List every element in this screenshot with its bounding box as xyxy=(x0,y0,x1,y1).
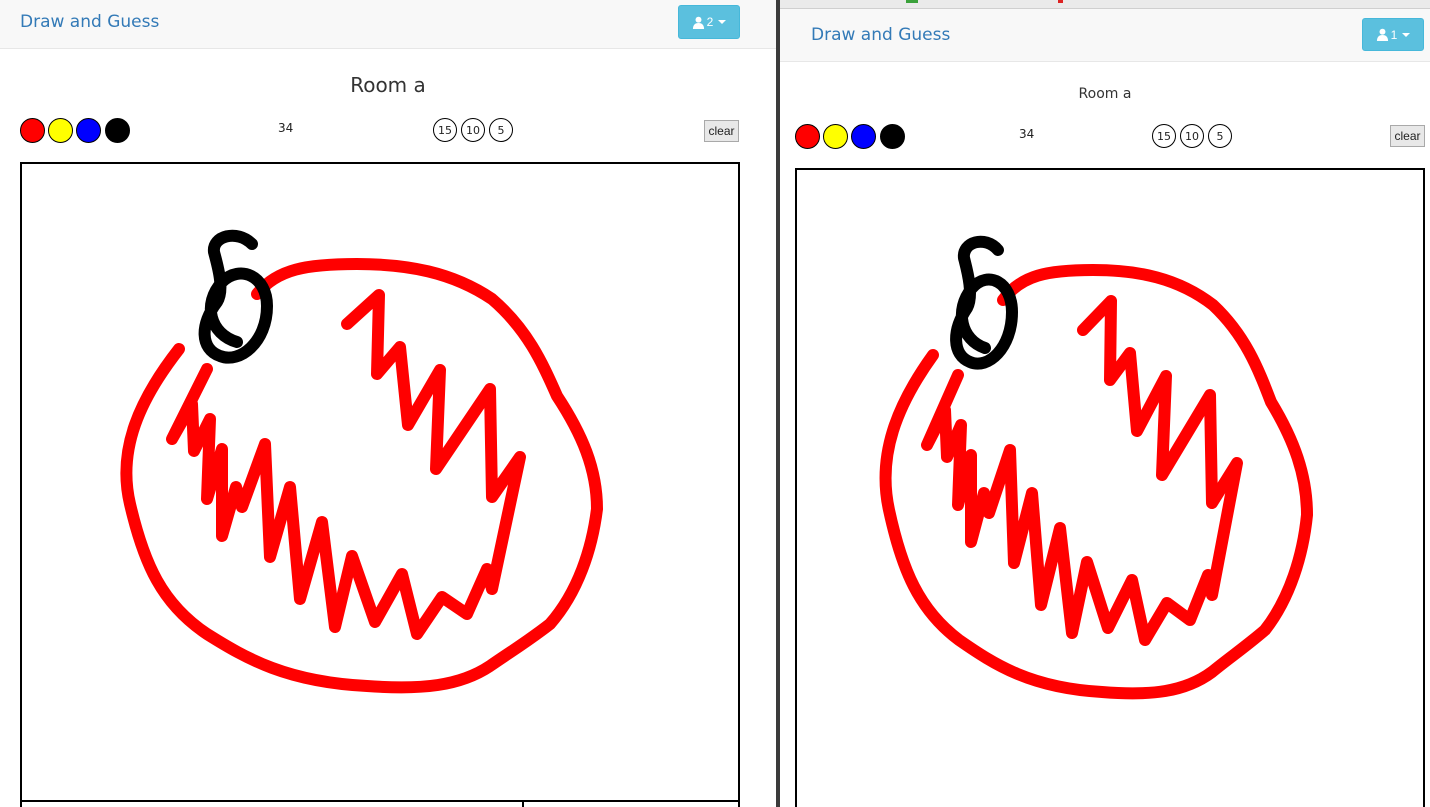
brand-link[interactable]: Draw and Guess xyxy=(811,25,950,45)
user-icon xyxy=(692,16,705,29)
drawing xyxy=(120,229,603,694)
drawing-canvas[interactable] xyxy=(20,162,740,807)
brush-size-5[interactable]: 5 xyxy=(1208,124,1232,148)
caret-down-icon xyxy=(1402,32,1411,37)
user-count-button[interactable]: 2 xyxy=(678,5,740,39)
status-indicator-red xyxy=(1058,0,1063,3)
user-icon xyxy=(1376,28,1389,41)
chat-table-divider xyxy=(522,800,524,807)
tab-strip xyxy=(780,0,1430,9)
user-count-button[interactable]: 1 xyxy=(1362,18,1424,51)
user-count: 2 xyxy=(706,15,714,29)
brush-size-5[interactable]: 5 xyxy=(489,118,513,142)
color-swatch-black[interactable] xyxy=(105,118,130,143)
color-swatch-yellow[interactable] xyxy=(48,118,73,143)
clear-button[interactable]: clear xyxy=(704,120,739,142)
counter: 34 xyxy=(278,121,294,135)
user-count: 1 xyxy=(1390,27,1398,42)
brush-size-15[interactable]: 15 xyxy=(433,118,457,142)
brand-link[interactable]: Draw and Guess xyxy=(20,12,159,32)
brush-size-15[interactable]: 15 xyxy=(1152,124,1176,148)
room-title: Room a xyxy=(1078,86,1132,102)
drawing-canvas[interactable] xyxy=(795,168,1425,807)
brush-size-10[interactable]: 10 xyxy=(461,118,485,142)
brush-size-10[interactable]: 10 xyxy=(1180,124,1204,148)
color-swatch-blue[interactable] xyxy=(851,124,876,149)
color-swatch-black[interactable] xyxy=(880,124,905,149)
navbar: Draw and Guess 2 xyxy=(0,0,776,49)
room-title: Room a xyxy=(350,73,426,97)
counter: 34 xyxy=(1019,127,1035,141)
navbar: Draw and Guess 1 xyxy=(780,9,1430,62)
clear-button[interactable]: clear xyxy=(1390,125,1425,147)
left-browser-window: Draw and Guess 2 Room a 34 15 10 5 clear xyxy=(0,0,776,807)
chat-table-border xyxy=(20,800,740,802)
color-swatch-yellow[interactable] xyxy=(823,124,848,149)
color-swatch-red[interactable] xyxy=(20,118,45,143)
color-swatch-red[interactable] xyxy=(795,124,820,149)
right-browser-window: Draw and Guess 1 Room a 34 15 10 5 clear xyxy=(780,0,1430,807)
caret-down-icon xyxy=(718,20,727,24)
status-indicator-green xyxy=(906,0,918,3)
color-swatch-blue[interactable] xyxy=(76,118,101,143)
drawing xyxy=(879,235,1313,700)
